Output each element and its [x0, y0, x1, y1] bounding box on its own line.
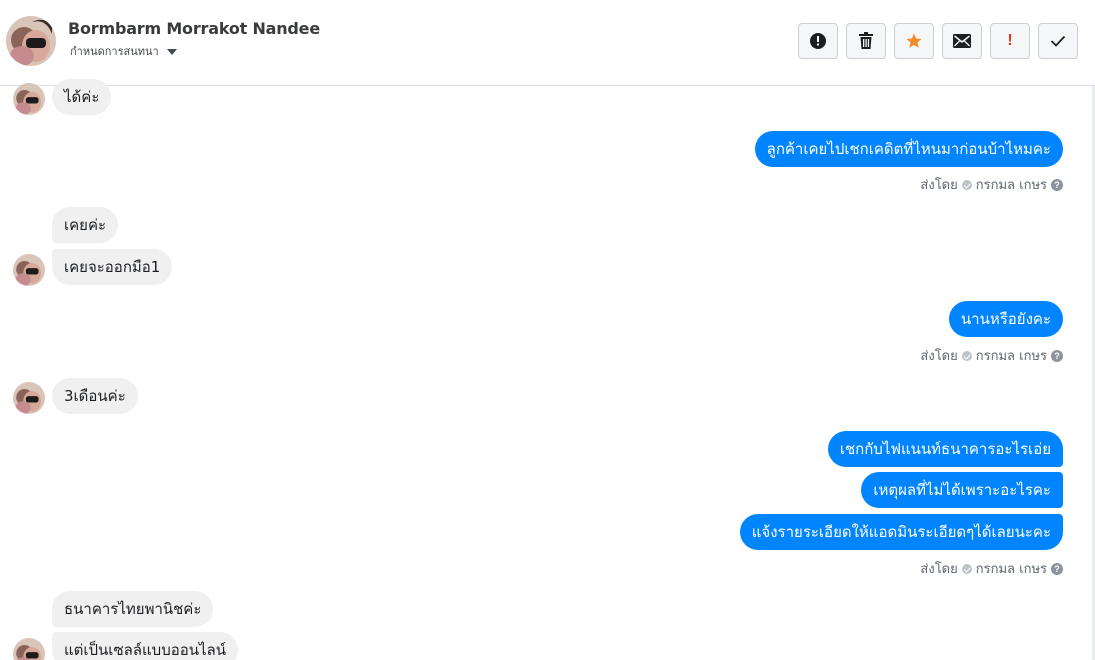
message-text: แจ้งรายระเอียดให้แอดมินระเอียดๆได้เลยนะค…	[751, 523, 1051, 541]
message-text: ลูกค้าเคยไปเชกเคดิตที่ไหนมาก่อนบ้าไหมคะ	[766, 140, 1051, 158]
message-bubble-incoming[interactable]: ธนาคารไทยพานิชค่ะ	[52, 591, 214, 627]
message-bubble-outgoing[interactable]: เชกกับไฟแนนท์ธนาคารอะไรเอ่ย	[827, 431, 1063, 467]
sent-by-agent: กรกมล เกษร	[975, 178, 1047, 193]
contact-avatar-small[interactable]	[13, 638, 45, 660]
sent-by-prefix: ส่งโดย	[920, 178, 958, 193]
help-icon[interactable]: ?	[1051, 562, 1063, 575]
star-icon	[906, 33, 922, 48]
sent-by-agent: กรกมล เกษร	[975, 349, 1047, 364]
caret-down-icon	[166, 48, 177, 55]
message-bubble-incoming[interactable]: แต่เป็นเซลล์แบบออนไลน์	[52, 632, 238, 660]
message-bubble-outgoing[interactable]: ลูกค้าเคยไปเชกเคดิตที่ไหนมาก่อนบ้าไหมคะ	[754, 131, 1063, 167]
verified-check-icon	[961, 179, 972, 190]
message-text: เคยค่ะ	[64, 216, 107, 234]
contact-avatar[interactable]	[6, 16, 56, 66]
verified-check-icon	[961, 350, 972, 361]
exclamation-icon: !	[1007, 32, 1013, 49]
message-bubble-outgoing[interactable]: เหตุผลที่ไม่ได้เพราะอะไรคะ	[861, 472, 1063, 508]
report-button[interactable]	[798, 23, 838, 59]
conversation-settings-dropdown[interactable]: กำหนดการสนทนา	[70, 42, 177, 60]
sent-by-info: ส่งโดย กรกมล เกษร ?	[920, 174, 1063, 195]
contact-avatar-small[interactable]	[13, 83, 45, 115]
message-bubble-incoming[interactable]: เคยค่ะ	[52, 207, 119, 243]
message-text: 3เดือนค่ะ	[64, 387, 126, 405]
mark-unread-button[interactable]	[942, 23, 982, 59]
contact-avatar-small[interactable]	[13, 382, 45, 414]
sent-by-info: ส่งโดย กรกมล เกษร ?	[920, 558, 1063, 579]
important-button[interactable]: !	[990, 23, 1030, 59]
help-icon[interactable]: ?	[1051, 178, 1063, 191]
message-text: เชกกับไฟแนนท์ธนาคารอะไรเอ่ย	[839, 440, 1051, 458]
message-text: ได้ค่ะ	[64, 88, 100, 106]
done-button[interactable]	[1038, 23, 1078, 59]
conversation-toolbar: !	[798, 23, 1078, 59]
conversation-header: Bormbarm Morrakot Nandee กำหนดการสนทนา !	[0, 0, 1095, 86]
message-bubble-incoming[interactable]: 3เดือนค่ะ	[52, 378, 138, 414]
contact-avatar-small[interactable]	[13, 254, 45, 286]
message-bubble-outgoing[interactable]: แจ้งรายระเอียดให้แอดมินระเอียดๆได้เลยนะค…	[739, 514, 1063, 550]
alert-circle-icon	[810, 33, 826, 49]
message-bubble-incoming[interactable]: เคยจะออกมือ1	[52, 249, 173, 285]
verified-check-icon	[961, 563, 972, 574]
message-text: เคยจะออกมือ1	[64, 258, 161, 276]
conversation-settings-label: กำหนดการสนทนา	[70, 45, 159, 58]
sent-by-prefix: ส่งโดย	[920, 562, 958, 577]
delete-button[interactable]	[846, 23, 886, 59]
message-bubble-incoming[interactable]: ได้ค่ะ	[52, 79, 112, 115]
trash-icon	[859, 32, 873, 49]
sent-by-prefix: ส่งโดย	[920, 349, 958, 364]
message-text: เหตุผลที่ไม่ได้เพราะอะไรคะ	[873, 481, 1051, 499]
message-bubble-outgoing[interactable]: นานหรือยังคะ	[948, 301, 1063, 337]
message-text: นานหรือยังคะ	[960, 310, 1051, 328]
checkmark-icon	[1050, 35, 1066, 47]
contact-name: Bormbarm Morrakot Nandee	[68, 19, 320, 38]
message-text: ธนาคารไทยพานิชค่ะ	[64, 600, 202, 618]
message-text: แต่เป็นเซลล์แบบออนไลน์	[64, 641, 226, 659]
sent-by-info: ส่งโดย กรกมล เกษร ?	[920, 345, 1063, 366]
help-icon[interactable]: ?	[1051, 349, 1063, 362]
envelope-icon	[953, 34, 971, 48]
sent-by-agent: กรกมล เกษร	[975, 562, 1047, 577]
star-button[interactable]	[894, 23, 934, 59]
